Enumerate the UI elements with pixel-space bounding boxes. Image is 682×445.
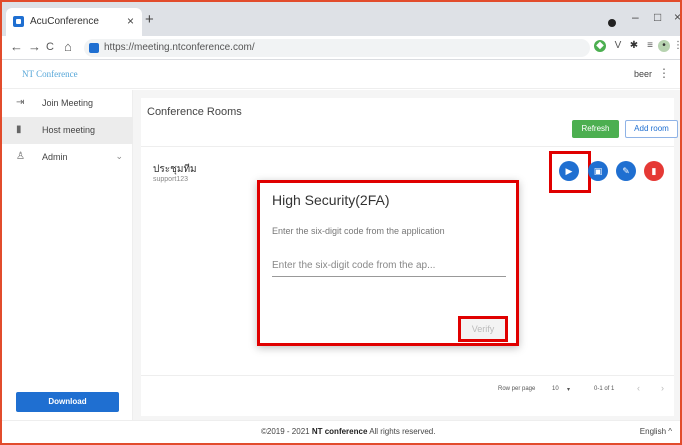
prev-page-icon[interactable]: ‹	[637, 383, 640, 393]
sidebar-item-label: Join Meeting	[42, 98, 94, 108]
trash-icon: ▮	[651, 166, 657, 176]
more-menu-icon[interactable]: ⋮	[658, 66, 670, 80]
browser-tab[interactable]: AcuConference ×	[6, 8, 142, 36]
divider	[141, 146, 674, 147]
next-page-icon[interactable]: ›	[661, 383, 664, 393]
sidebar-item-label: Admin	[42, 152, 68, 162]
reload-icon[interactable]: C	[46, 42, 54, 53]
tab-title: AcuConference	[30, 16, 99, 27]
room-name: ประชุมทีม	[153, 164, 197, 175]
address-bar: ← → C ⌂ https://meeting.ntconference.com…	[2, 36, 682, 60]
sidebar-item-host-meeting[interactable]: ▮ Host meeting	[2, 117, 133, 144]
dialog-description: Enter the six-digit code from the applic…	[272, 226, 445, 236]
extension-v-icon[interactable]: V	[612, 40, 624, 52]
phone-icon: ▮	[16, 124, 22, 135]
site-info-icon[interactable]	[89, 43, 99, 53]
delete-room-button[interactable]: ▮	[644, 161, 664, 181]
copy-icon: ▣	[593, 166, 603, 176]
rows-per-page-label: Row per page	[498, 386, 536, 392]
copy-room-button[interactable]: ▣	[588, 161, 608, 181]
rows-per-page-select[interactable]: 10	[552, 386, 559, 392]
browser-menu-icon[interactable]: ⋮	[672, 40, 682, 52]
play-icon: ▶	[565, 166, 573, 176]
language-select[interactable]: English ^	[640, 427, 672, 436]
maximize-icon[interactable]: □	[654, 10, 661, 24]
login-icon: ⇥	[16, 97, 25, 108]
profile-avatar-icon[interactable]: •	[658, 40, 670, 52]
home-icon[interactable]: ⌂	[64, 40, 72, 53]
page-title: Conference Rooms	[147, 106, 242, 118]
app-header: NT Conference beer ⋮	[2, 61, 680, 89]
user-name[interactable]: beer	[634, 69, 652, 79]
admin-icon: ♙	[16, 151, 25, 162]
pager-divider	[141, 375, 674, 376]
url-text: https://meeting.ntconference.com/	[104, 42, 255, 53]
two-factor-dialog: High Security(2FA) Enter the six-digit c…	[257, 180, 519, 346]
download-button[interactable]: Download	[16, 392, 119, 412]
url-field[interactable]: https://meeting.ntconference.com/	[84, 39, 590, 57]
verify-button[interactable]: Verify	[458, 316, 508, 342]
edit-room-button[interactable]: ✎	[616, 161, 636, 181]
new-tab-button[interactable]: +	[145, 12, 154, 27]
copyright-text: ©2019 - 2021 NT conference All rights re…	[261, 427, 436, 436]
brand-logo[interactable]: NT Conference	[22, 69, 78, 79]
caret-down-icon[interactable]: ▾	[567, 386, 570, 393]
pager-range: 0-1 of 1	[594, 386, 615, 392]
tab-close-icon[interactable]: ×	[127, 14, 134, 28]
page-footer: ©2019 - 2021 NT conference All rights re…	[2, 420, 680, 443]
add-room-button[interactable]: Add room	[625, 120, 678, 138]
close-window-icon[interactable]: ×	[674, 10, 681, 24]
refresh-button[interactable]: Refresh	[572, 120, 619, 138]
reading-list-icon[interactable]: ≡	[644, 40, 656, 52]
back-icon[interactable]: ←	[10, 40, 23, 53]
sidebar-item-join-meeting[interactable]: ⇥ Join Meeting	[2, 90, 133, 117]
site-favicon-icon	[13, 16, 24, 27]
extension-shield-icon[interactable]: ◆	[594, 40, 606, 52]
sidebar-item-label: Host meeting	[42, 125, 96, 135]
minimize-icon[interactable]: –	[632, 10, 639, 24]
sidebar: ⇥ Join Meeting ▮ Host meeting ♙ Admin ⌄ …	[2, 90, 133, 420]
browser-tab-bar: AcuConference × + – □ ×	[2, 2, 681, 36]
record-icon[interactable]	[608, 19, 616, 27]
start-meeting-button[interactable]: ▶	[559, 161, 579, 181]
forward-icon[interactable]: →	[28, 40, 41, 53]
pencil-icon: ✎	[622, 166, 630, 176]
two-factor-code-input[interactable]	[272, 255, 506, 277]
sidebar-item-admin[interactable]: ♙ Admin ⌄	[2, 144, 133, 171]
copyright-brand: NT conference	[311, 427, 368, 436]
room-sub: support123	[153, 176, 189, 183]
extensions-puzzle-icon[interactable]: ✱	[628, 40, 640, 52]
chevron-down-icon: ⌄	[115, 151, 123, 161]
dialog-title: High Security(2FA)	[272, 192, 390, 208]
